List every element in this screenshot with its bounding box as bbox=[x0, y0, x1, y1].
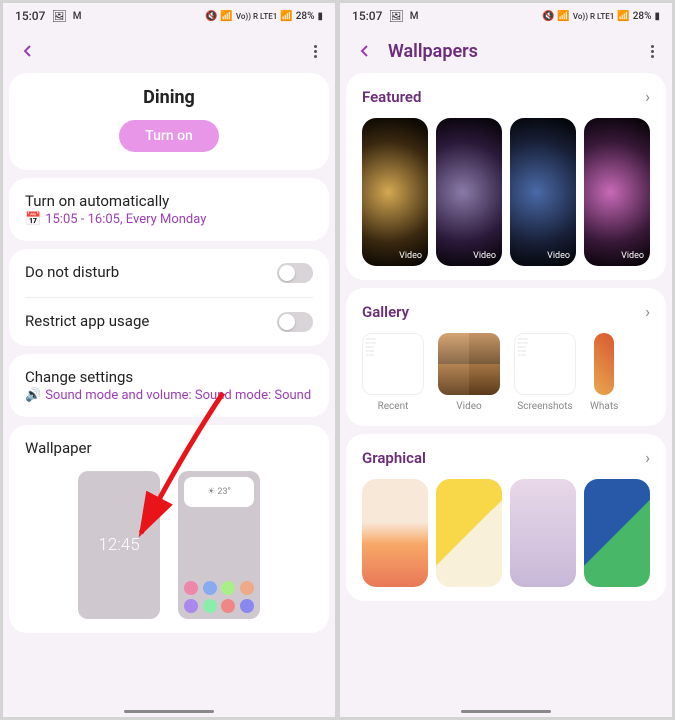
graphical-wallpaper[interactable] bbox=[362, 479, 428, 587]
mute-icon: 🔇 bbox=[542, 11, 554, 22]
content-scroll[interactable]: Dining Turn on Turn on automatically 📅 1… bbox=[3, 73, 335, 705]
battery-icon: ▮ bbox=[317, 11, 323, 22]
graphical-chevron-icon[interactable]: › bbox=[645, 448, 650, 467]
signal-icon: 📶 bbox=[617, 11, 629, 22]
wallpaper-previews: 12:45 ☀ 23° bbox=[25, 471, 313, 619]
gallery-chevron-icon[interactable]: › bbox=[645, 302, 650, 321]
dnd-label: Do not disturb bbox=[25, 263, 119, 281]
gmail-icon: M bbox=[73, 11, 82, 22]
featured-section: Featured › Video Video Video Video bbox=[346, 73, 666, 280]
chevron-left-icon bbox=[20, 43, 36, 59]
gallery-section: Gallery › ━━━ ━━━━ ━━━━━━ ━━ ━━━━━ ━━ Re… bbox=[346, 288, 666, 426]
back-button[interactable] bbox=[17, 40, 39, 62]
more-menu-button[interactable] bbox=[310, 41, 321, 62]
gallery-whatsapp[interactable]: Whats bbox=[590, 333, 618, 412]
featured-chevron-icon[interactable]: › bbox=[645, 87, 650, 106]
network-label: Vo)) R LTE1 bbox=[236, 12, 277, 21]
network-label: Vo)) R LTE1 bbox=[573, 12, 614, 21]
change-sub: 🔊 Sound mode and volume: Sound mode: Sou… bbox=[25, 388, 313, 403]
battery-icon: ▮ bbox=[654, 11, 660, 22]
lock-time: 12:45 bbox=[98, 535, 139, 555]
battery-percent: 28% bbox=[296, 11, 315, 22]
gallery-app-icon: 🖼 bbox=[388, 9, 403, 23]
status-bar: 15:07 🖼 M 🔇 📶 Vo)) R LTE1 📶 28% ▮ bbox=[340, 3, 672, 29]
status-bar: 15:07 🖼 M 🔇 📶 Vo)) R LTE1 📶 28% ▮ bbox=[3, 3, 335, 29]
gallery-thumbs: ━━━ ━━━━ ━━━━━━ ━━ ━━━━━ ━━ Recent Video… bbox=[362, 333, 650, 412]
wifi-icon: 📶 bbox=[557, 11, 569, 22]
battery-percent: 28% bbox=[633, 11, 652, 22]
weather-widget: ☀ 23° bbox=[184, 477, 254, 507]
dnd-row[interactable]: Do not disturb bbox=[25, 249, 313, 297]
change-label: Change settings bbox=[25, 368, 313, 386]
content-scroll[interactable]: Featured › Video Video Video Video Galle… bbox=[340, 73, 672, 705]
gallery-recent[interactable]: ━━━ ━━━━ ━━━━━━ ━━ ━━━━━ ━━ Recent bbox=[362, 333, 424, 412]
restrict-toggle[interactable] bbox=[277, 312, 313, 332]
auto-card[interactable]: Turn on automatically 📅 15:05 - 16:05, E… bbox=[9, 178, 329, 241]
graphical-section: Graphical › bbox=[346, 434, 666, 601]
featured-wallpaper[interactable]: Video bbox=[436, 118, 502, 266]
header bbox=[3, 29, 335, 73]
turn-on-button[interactable]: Turn on bbox=[119, 120, 219, 152]
status-time: 15:07 bbox=[352, 9, 382, 23]
featured-wallpaper[interactable]: Video bbox=[362, 118, 428, 266]
wifi-icon: 📶 bbox=[220, 11, 232, 22]
graphical-wallpaper[interactable] bbox=[510, 479, 576, 587]
restrict-label: Restrict app usage bbox=[25, 312, 149, 330]
featured-thumbs: Video Video Video Video bbox=[362, 118, 650, 266]
featured-wallpaper[interactable]: Video bbox=[584, 118, 650, 266]
change-settings-card[interactable]: Change settings 🔊 Sound mode and volume:… bbox=[9, 354, 329, 417]
sound-icon: 🔊 bbox=[25, 388, 41, 403]
nav-handle[interactable] bbox=[461, 710, 551, 713]
mode-title: Dining bbox=[25, 87, 313, 108]
gallery-title: Gallery bbox=[362, 303, 409, 321]
homescreen-preview[interactable]: ☀ 23° bbox=[178, 471, 260, 619]
right-phone: 15:07 🖼 M 🔇 📶 Vo)) R LTE1 📶 28% ▮ Wallpa… bbox=[340, 3, 672, 717]
restrict-row[interactable]: Restrict app usage bbox=[25, 297, 313, 346]
lockscreen-preview[interactable]: 12:45 bbox=[78, 471, 160, 619]
toggles-card: Do not disturb Restrict app usage bbox=[9, 249, 329, 346]
gallery-app-icon: 🖼 bbox=[51, 9, 66, 23]
chevron-left-icon bbox=[357, 43, 373, 59]
gallery-screenshots[interactable]: ━━━ ━━━━ ━━━━━━ ━━ ━━━━━ ━━ Screenshots bbox=[514, 333, 576, 412]
calendar-icon: 📅 bbox=[25, 212, 41, 227]
graphical-wallpaper[interactable] bbox=[584, 479, 650, 587]
more-menu-button[interactable] bbox=[647, 41, 658, 62]
status-time: 15:07 bbox=[15, 9, 45, 23]
home-icons bbox=[184, 581, 254, 613]
gmail-icon: M bbox=[410, 11, 419, 22]
featured-title: Featured bbox=[362, 88, 421, 106]
featured-wallpaper[interactable]: Video bbox=[510, 118, 576, 266]
nav-handle[interactable] bbox=[124, 710, 214, 713]
graphical-wallpaper[interactable] bbox=[436, 479, 502, 587]
mute-icon: 🔇 bbox=[205, 11, 217, 22]
back-button[interactable] bbox=[354, 40, 376, 62]
mode-card: Dining Turn on bbox=[9, 73, 329, 170]
auto-schedule: 📅 15:05 - 16:05, Every Monday bbox=[25, 212, 313, 227]
page-title: Wallpapers bbox=[388, 41, 635, 62]
header: Wallpapers bbox=[340, 29, 672, 73]
nav-bar bbox=[3, 705, 335, 717]
signal-icon: 📶 bbox=[280, 11, 292, 22]
wallpaper-label: Wallpaper bbox=[25, 439, 313, 457]
dnd-toggle[interactable] bbox=[277, 263, 313, 283]
auto-label: Turn on automatically bbox=[25, 192, 313, 210]
wallpaper-card[interactable]: Wallpaper 12:45 ☀ 23° bbox=[9, 425, 329, 633]
gallery-video[interactable]: Video bbox=[438, 333, 500, 412]
left-phone: 15:07 🖼 M 🔇 📶 Vo)) R LTE1 📶 28% ▮ Dining… bbox=[3, 3, 335, 717]
graphical-thumbs bbox=[362, 479, 650, 587]
graphical-title: Graphical bbox=[362, 449, 426, 467]
nav-bar bbox=[340, 705, 672, 717]
